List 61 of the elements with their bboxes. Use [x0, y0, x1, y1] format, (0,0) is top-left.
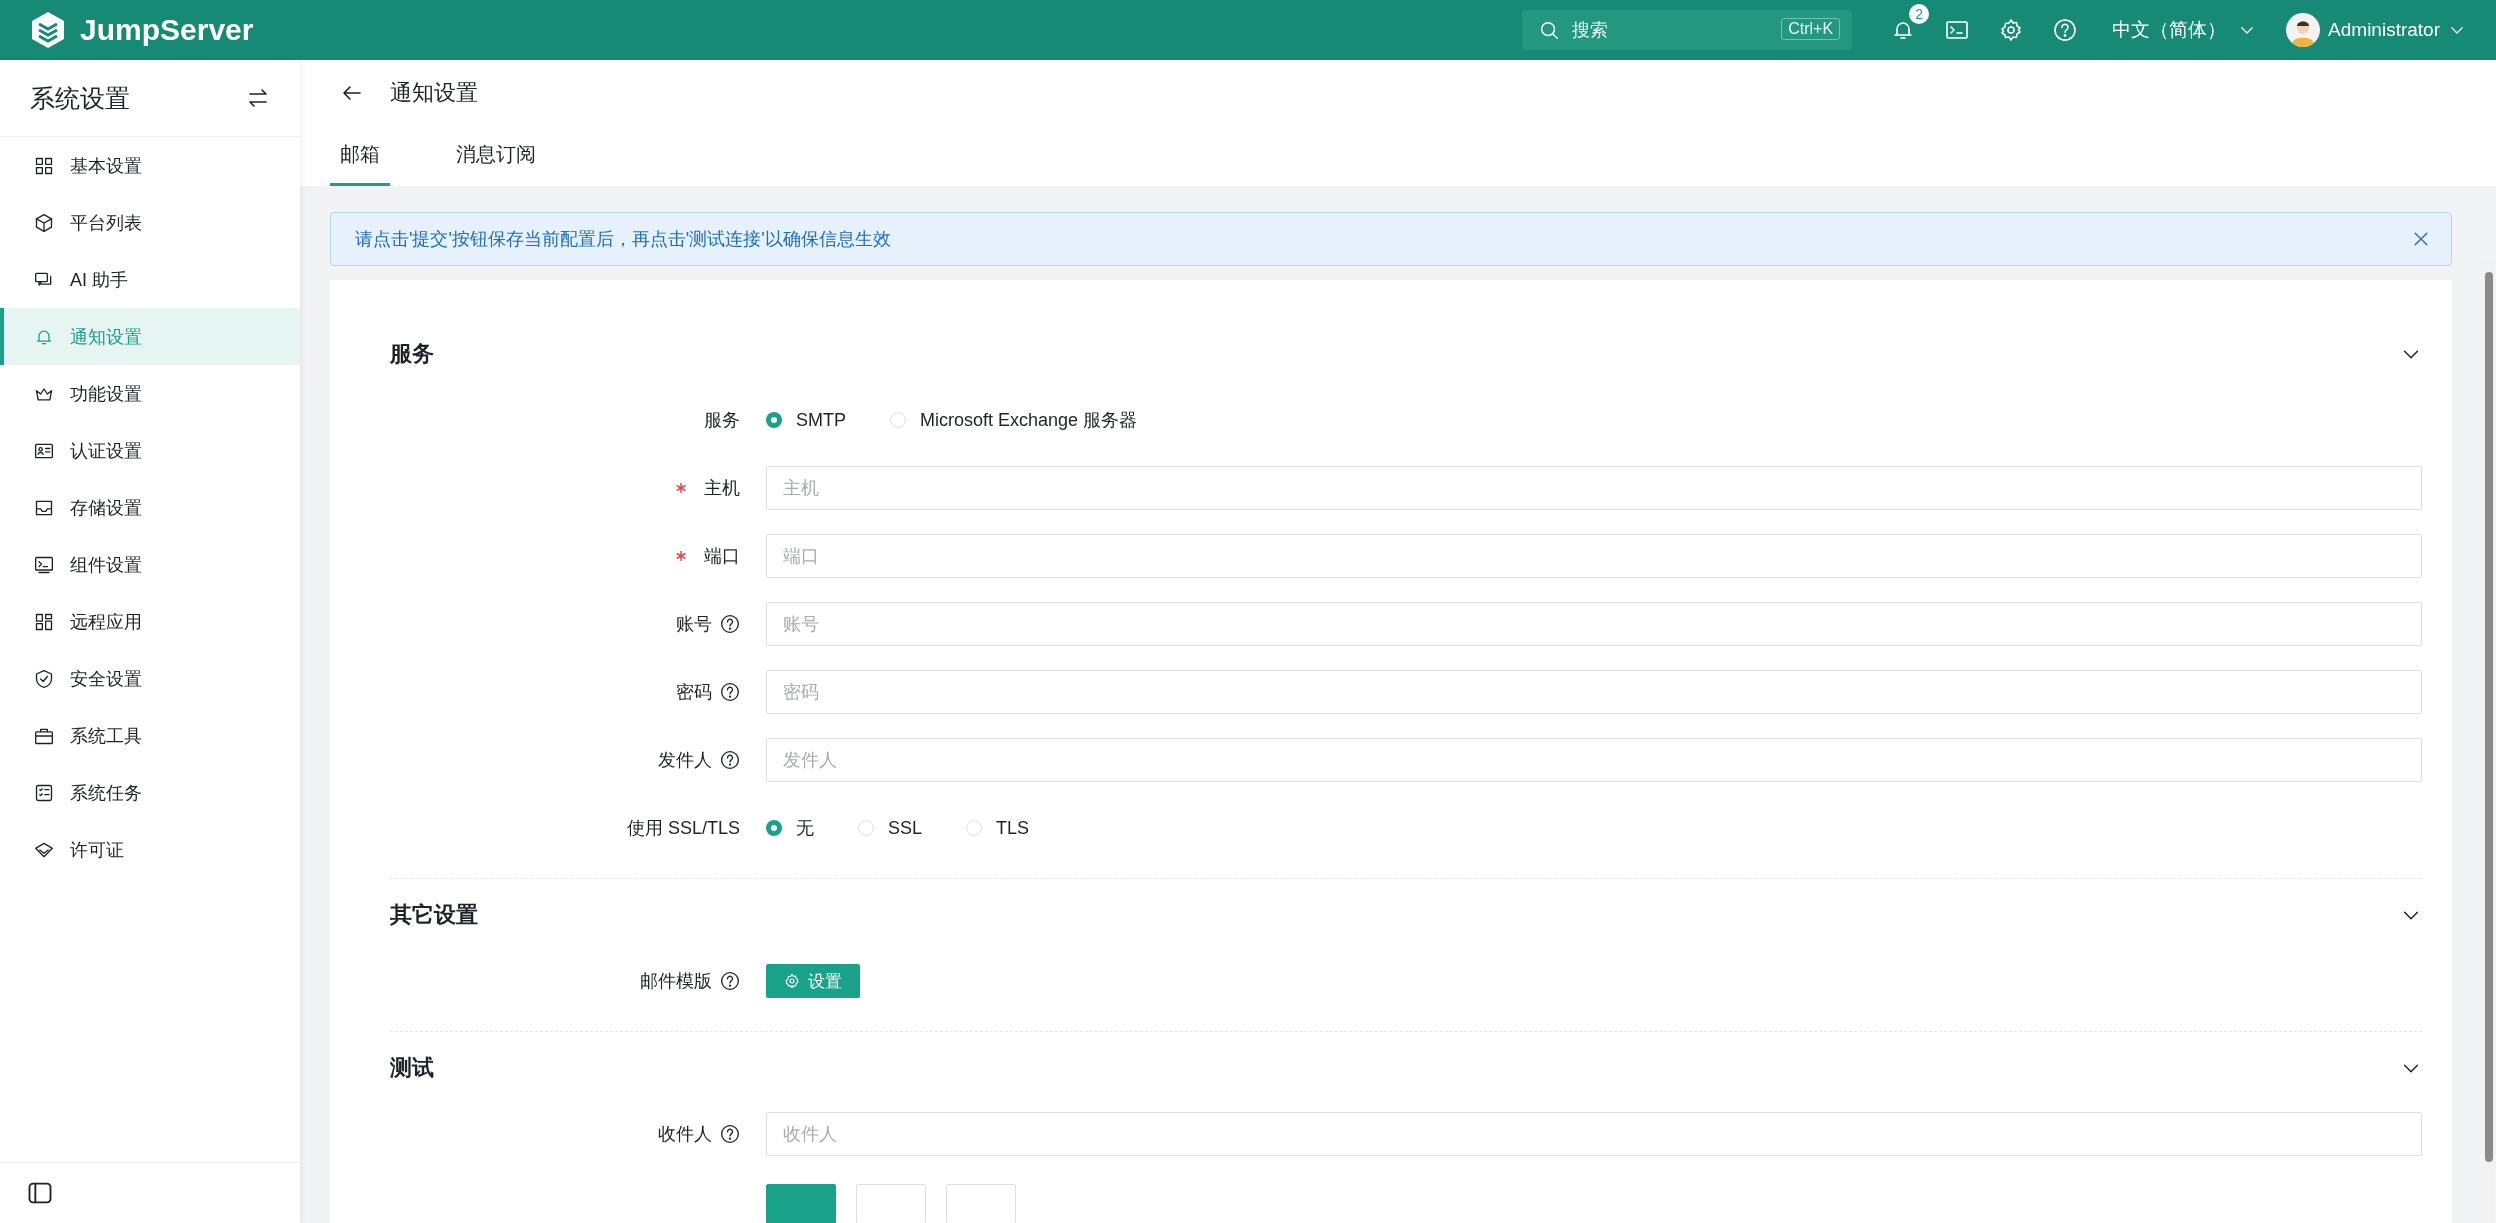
- text-field[interactable]: 密码: [766, 670, 2422, 714]
- field-label: 邮件模版: [640, 970, 712, 993]
- sidebar-title: 系统设置: [30, 82, 130, 114]
- radio-button[interactable]: [766, 412, 782, 428]
- radio-button[interactable]: [766, 820, 782, 836]
- user-menu[interactable]: Administrator: [2286, 13, 2466, 47]
- sidebar-item[interactable]: 安全设置: [0, 650, 300, 707]
- sidebar-item[interactable]: AI 助手: [0, 251, 300, 308]
- sidebar-item[interactable]: 基本设置: [0, 137, 300, 194]
- sidebar-item[interactable]: 许可证: [0, 821, 300, 878]
- scrollbar[interactable]: [2484, 260, 2494, 1223]
- sidebar-item[interactable]: 认证设置: [0, 422, 300, 479]
- field-label: 收件人: [658, 1123, 712, 1146]
- text-field[interactable]: 端口: [766, 534, 2422, 578]
- settings-icon[interactable]: [1999, 18, 2024, 42]
- settings-icon: [784, 973, 800, 989]
- text-field[interactable]: 账号: [766, 602, 2422, 646]
- terminal-icon: [34, 554, 54, 575]
- sidebar-item[interactable]: 组件设置: [0, 536, 300, 593]
- logo-icon: [30, 11, 66, 49]
- section-title: 测试: [390, 1054, 434, 1082]
- text-field[interactable]: 发件人: [766, 738, 2422, 782]
- radio-option[interactable]: SSL: [858, 816, 923, 840]
- grid-icon: [34, 155, 54, 176]
- notification-badge: 2: [1909, 4, 1930, 24]
- swap-icon[interactable]: [246, 86, 270, 110]
- tab[interactable]: 消息订阅: [446, 126, 546, 186]
- sidebar-item[interactable]: 存储设置: [0, 479, 300, 536]
- section-title: 服务: [390, 340, 434, 368]
- field-label: 使用 SSL/TLS: [626, 817, 740, 840]
- field-label: 服务: [704, 409, 740, 432]
- radio-option[interactable]: Microsoft Exchange 服务器: [890, 408, 1138, 432]
- shortcut-hint: Ctrl+K: [1781, 18, 1841, 40]
- help-icon[interactable]: [2053, 18, 2078, 42]
- radio-option[interactable]: SMTP: [766, 408, 846, 432]
- search-icon: [1538, 19, 1561, 41]
- section-title: 其它设置: [390, 901, 478, 929]
- brand-name: JumpServer: [80, 13, 254, 47]
- shield-icon: [34, 668, 54, 689]
- apps-icon: [34, 611, 54, 632]
- field-label: 密码: [676, 681, 712, 704]
- field-label: 账号: [676, 613, 712, 636]
- alert-message: 请点击'提交'按钮保存当前配置后，再点击'测试连接'以确保信息生效: [355, 228, 891, 251]
- language-selector[interactable]: 中文（简体）: [2112, 17, 2257, 43]
- sidebar-item[interactable]: 功能设置: [0, 365, 300, 422]
- terminal-icon[interactable]: [1945, 18, 1970, 42]
- radio-option[interactable]: TLS: [966, 816, 1030, 840]
- field-label: 发件人: [658, 749, 712, 772]
- avatar-icon: [2286, 13, 2321, 47]
- checklist-icon: [34, 782, 54, 803]
- sidebar-item[interactable]: 系统工具: [0, 707, 300, 764]
- field-label: 主机: [704, 477, 740, 500]
- sidebar-item[interactable]: 远程应用: [0, 593, 300, 650]
- text-field[interactable]: 收件人: [766, 1112, 2422, 1156]
- field-label: 端口: [704, 545, 740, 568]
- cube-icon: [34, 212, 54, 233]
- page-title: 通知设置: [390, 79, 478, 107]
- sidebar-item[interactable]: 系统任务: [0, 764, 300, 821]
- text-field[interactable]: 主机: [766, 466, 2422, 510]
- sidebar-item[interactable]: 平台列表: [0, 194, 300, 251]
- radio-option[interactable]: 无: [766, 816, 814, 840]
